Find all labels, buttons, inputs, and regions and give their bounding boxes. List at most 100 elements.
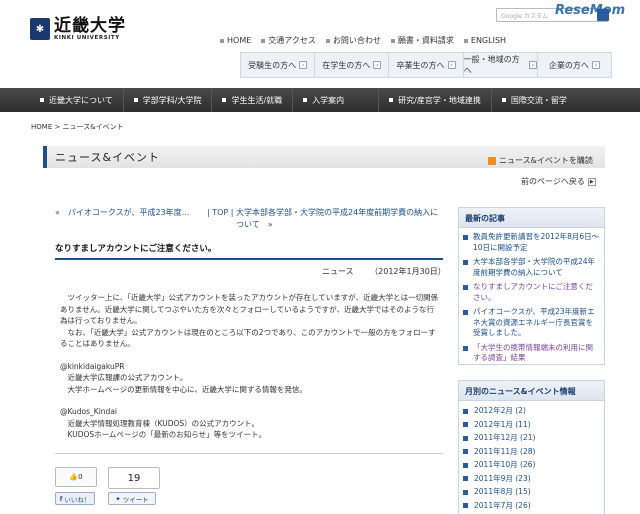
archive-month-link[interactable]: 2011年11月 (28) bbox=[463, 447, 600, 457]
monthly-archive-panel: 月別のニュース&イベント情報 2012年2月 (2) 2012年1月 (11) … bbox=[458, 380, 605, 514]
recent-article-link[interactable]: 教員免許更新講習を2012年8月6日〜10日に開設予定 bbox=[463, 232, 600, 253]
rss-icon bbox=[488, 156, 496, 165]
site-header: ✱ 近畿大学 KINKI UNIVERSITY Google カスタム Rese… bbox=[0, 0, 640, 88]
main-nav-admissions[interactable]: 入学案内 bbox=[293, 88, 380, 112]
archive-month-link[interactable]: 2012年1月 (11) bbox=[463, 420, 600, 430]
audience-link-alumni[interactable]: 卒業生の方へ › bbox=[389, 53, 464, 77]
bullet-icon bbox=[463, 310, 468, 315]
article-paragraph: なお、「近畿大学」公式アカウントは現在のところ以下の2つであり、このアカウントで… bbox=[60, 327, 436, 349]
article-divider bbox=[55, 453, 443, 454]
audience-link-applicants[interactable]: 受験生の方へ › bbox=[241, 53, 316, 77]
utility-link-home[interactable]: HOME bbox=[220, 35, 251, 46]
bullet-icon bbox=[463, 408, 468, 414]
chevron-right-icon: › bbox=[528, 61, 537, 69]
page-title: ニュース&イベント bbox=[55, 151, 161, 164]
tweet-button[interactable]: ✦ ツイート bbox=[108, 492, 156, 505]
bullet-icon bbox=[222, 98, 227, 102]
bullet-icon bbox=[133, 98, 138, 102]
bullet-icon bbox=[463, 435, 468, 441]
main-nav-student-life[interactable]: 学生生活/就職 bbox=[212, 88, 294, 112]
utility-nav: HOME 交通アクセス お問い合わせ 願書・資料請求 ENGLISH bbox=[220, 35, 516, 46]
article-title: なりすましアカウントにご注意ください。 bbox=[55, 238, 443, 260]
chevron-right-icon: › bbox=[591, 61, 600, 69]
account-name: @kinkidaigakuPR bbox=[60, 361, 125, 371]
bullet-icon bbox=[463, 476, 468, 481]
archive-month-link[interactable]: 2011年10月 (26) bbox=[463, 460, 600, 470]
account-desc: 近畿大学情報処理教育棟（KUDOS）の公式アカウント。 bbox=[60, 418, 259, 428]
archive-month-link[interactable]: 2011年7月 (26) bbox=[463, 501, 600, 511]
main-nav-research[interactable]: 研究/産官学・地域連携 bbox=[379, 88, 492, 112]
bullet-icon bbox=[220, 38, 224, 43]
breadcrumb[interactable]: HOME > ニュース&イベント bbox=[31, 122, 124, 132]
top-link[interactable]: | TOP | bbox=[207, 207, 233, 219]
account-desc: 近畿大学広報課の公式アカウント。 bbox=[60, 373, 188, 382]
bullet-icon bbox=[463, 422, 468, 427]
facebook-icon: f bbox=[59, 494, 63, 503]
recent-article-link[interactable]: なりすましアカウントにご注意ください。 bbox=[463, 282, 600, 303]
chevron-right-icon: › bbox=[299, 61, 308, 69]
bullet-icon bbox=[389, 98, 394, 102]
article-body: ツイッター上に、「近畿大学」公式アカウントを装ったアカウントが存在していますが、… bbox=[60, 292, 440, 441]
facebook-like-button[interactable]: f いいね！ bbox=[55, 492, 95, 505]
audience-nav: 受験生の方へ › 在学生の方へ › 卒業生の方へ › 一般・地域の方へ › 企業の方へ › bbox=[240, 52, 612, 78]
utility-link-request[interactable]: 願書・資料請求 bbox=[390, 35, 454, 46]
article-paragraph: ツイッター上に、「近畿大学」公式アカウントを装ったアカウントが存在していますが、… bbox=[60, 293, 439, 325]
main-nav-international[interactable]: 国際交流・留学 bbox=[492, 88, 577, 112]
bullet-icon bbox=[501, 98, 506, 102]
tweet-counter: 19 bbox=[108, 467, 160, 489]
bullet-icon bbox=[303, 98, 308, 102]
recent-article-link[interactable]: 「大学生の携帯情報端末の利用に関する調査」結果 bbox=[463, 343, 600, 364]
bullet-icon bbox=[261, 38, 266, 43]
recent-article-link[interactable]: 大学本部各学部・大学院の平成24年度前期学費の納入について bbox=[463, 257, 600, 278]
prev-article-link[interactable]: « パイオコークスが、平成23年度... bbox=[55, 207, 189, 219]
crest-icon: ✱ bbox=[30, 18, 50, 40]
audience-link-students[interactable]: 在学生の方へ › bbox=[315, 53, 390, 77]
bullet-icon bbox=[463, 235, 468, 240]
main-nav-about[interactable]: 近畿大学について bbox=[30, 88, 124, 112]
archive-month-link[interactable]: 2011年9月 (23) bbox=[463, 474, 600, 484]
chevron-right-icon: ▶ bbox=[587, 177, 596, 186]
bullet-icon bbox=[325, 38, 330, 43]
article-category: ニュース bbox=[322, 267, 354, 276]
bullet-icon bbox=[463, 285, 468, 290]
next-article-link[interactable]: 大学本部各学部・大学院の平成24年度前期学費の納入について » bbox=[236, 207, 446, 231]
bullet-icon bbox=[463, 38, 468, 43]
bullet-icon bbox=[40, 98, 44, 102]
audience-link-public[interactable]: 一般・地域の方へ › bbox=[464, 53, 538, 77]
like-counter: 👍 0 bbox=[55, 467, 97, 487]
thumbs-up-icon: 👍 bbox=[69, 473, 79, 481]
account-name: @Kudos_Kindai bbox=[60, 407, 118, 416]
chevron-right-icon: › bbox=[373, 61, 382, 69]
main-nav-faculties[interactable]: 学部学科/大学院 bbox=[124, 88, 213, 112]
main-nav: 近畿大学について 学部学科/大学院 学生生活/就職 入学案内 研究/産官学・地域… bbox=[0, 88, 640, 112]
archive-month-link[interactable]: 2012年2月 (2) bbox=[463, 406, 600, 416]
bullet-icon bbox=[390, 38, 395, 43]
account-desc: KUDOSホームページの「最新のお知らせ」等をツイート。 bbox=[60, 430, 266, 439]
monthly-archive-heading: 月別のニュース&イベント情報 bbox=[459, 381, 604, 401]
bullet-icon bbox=[463, 503, 468, 508]
archive-month-link[interactable]: 2011年8月 (15) bbox=[463, 487, 600, 497]
audience-link-companies[interactable]: 企業の方へ › bbox=[538, 53, 611, 77]
bullet-icon bbox=[463, 260, 468, 265]
logo-english: KINKI UNIVERSITY bbox=[54, 35, 120, 41]
article-meta: ニュース （2012年1月30日） bbox=[322, 266, 446, 277]
recent-articles-heading: 最新の記事 bbox=[459, 208, 604, 228]
article-date: （2012年1月30日） bbox=[370, 267, 446, 276]
utility-link-contact[interactable]: お問い合わせ bbox=[325, 35, 381, 46]
recent-article-link[interactable]: パイオコークスが、平成23年度新エネ大賞の資源エネルギー庁長官賞を受賞しました。 bbox=[463, 307, 600, 339]
chevron-right-icon: › bbox=[447, 61, 456, 69]
bullet-icon bbox=[463, 449, 468, 454]
university-logo[interactable]: ✱ 近畿大学 KINKI UNIVERSITY bbox=[30, 17, 126, 41]
recent-articles-panel: 最新の記事 教員免許更新講習を2012年8月6日〜10日に開設予定 大学本部各学… bbox=[458, 207, 605, 365]
rss-subscribe-link[interactable]: ニュース&イベントを購読 bbox=[488, 155, 593, 166]
bullet-icon bbox=[463, 462, 468, 468]
bullet-icon bbox=[463, 489, 468, 495]
utility-link-access[interactable]: 交通アクセス bbox=[261, 35, 316, 46]
archive-month-link[interactable]: 2011年12月 (21) bbox=[463, 433, 600, 443]
utility-link-english[interactable]: ENGLISH bbox=[463, 35, 506, 46]
watermark-logo: ReseMom bbox=[555, 3, 626, 18]
twitter-icon: ✦ bbox=[115, 494, 121, 503]
bullet-icon bbox=[463, 345, 468, 351]
account-desc: 大学ホームページの更新情報を中心に、近畿大学に関する情報を発信。 bbox=[60, 384, 307, 394]
back-link[interactable]: 前のページへ戻る ▶ bbox=[521, 176, 596, 187]
